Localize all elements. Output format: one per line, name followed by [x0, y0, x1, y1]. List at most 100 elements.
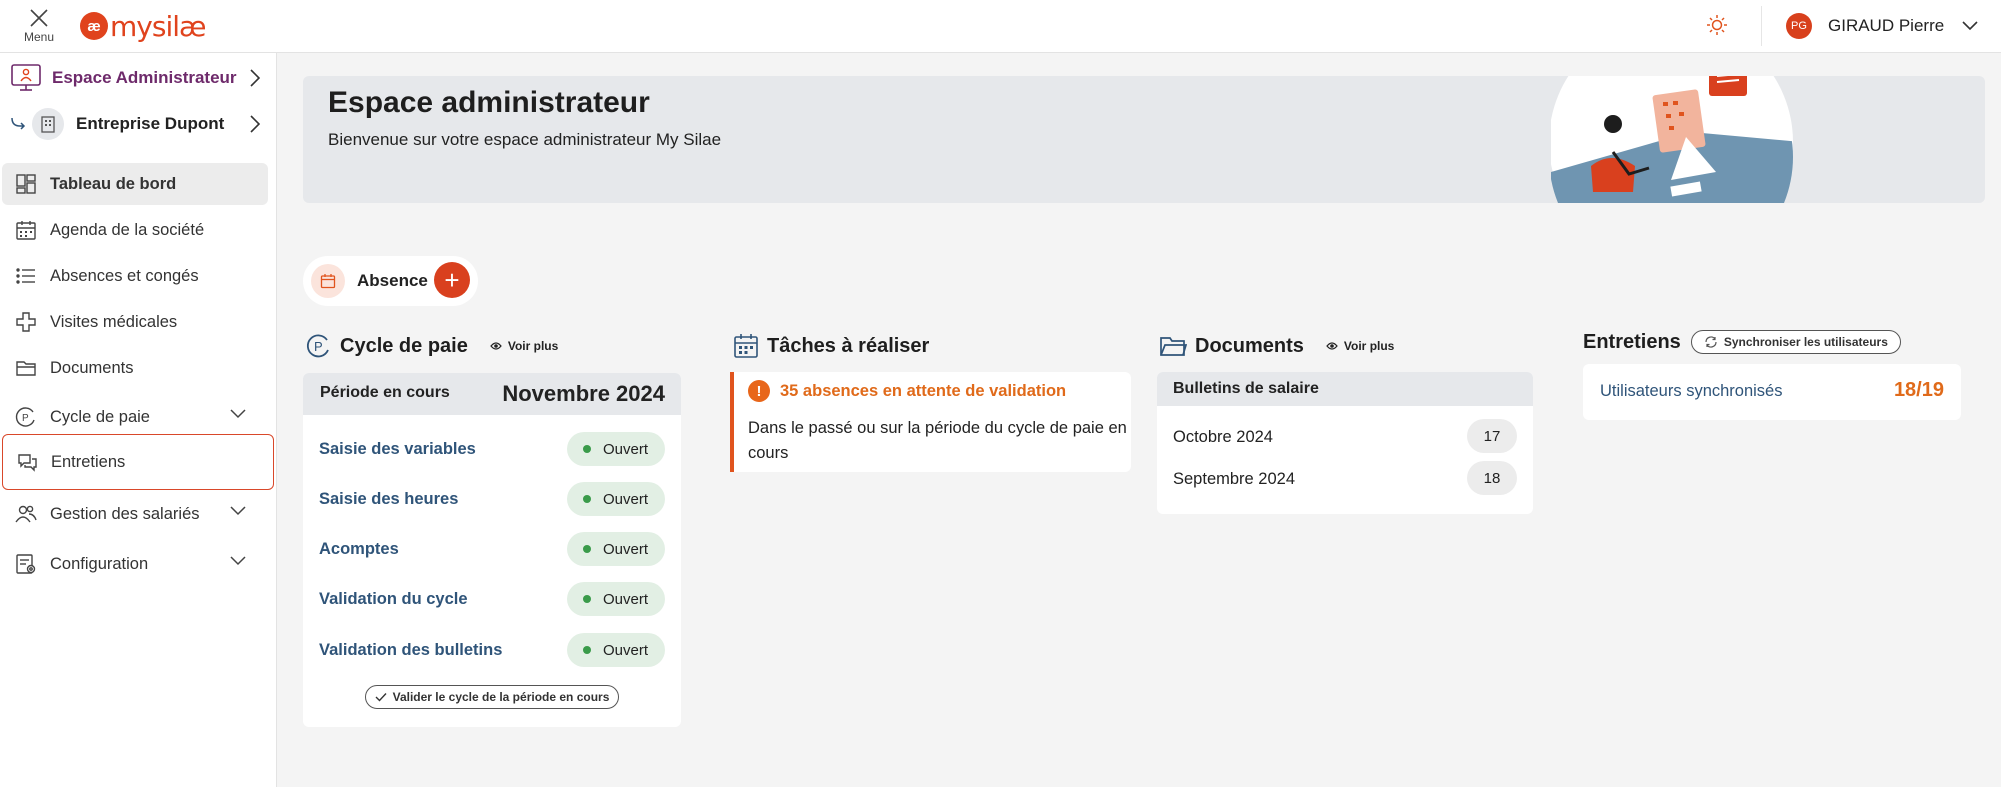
- status-badge: Ouvert: [567, 432, 665, 466]
- section-title: Entretiens: [1583, 330, 1681, 353]
- company-label: Entreprise Dupont: [76, 114, 225, 133]
- logo-mark: æ: [80, 12, 108, 40]
- document-month: Septembre 2024: [1173, 470, 1296, 488]
- calendar-icon: [734, 334, 758, 358]
- absence-label: Absence: [357, 271, 428, 290]
- task-alert-card[interactable]: ! 35 absences en attente de validation D…: [730, 372, 1131, 472]
- section-title: Tâches à réaliser: [767, 334, 930, 357]
- cycle-step: Validation des bulletins Ouvert: [303, 630, 681, 670]
- step-link[interactable]: Acomptes: [319, 540, 399, 559]
- step-link[interactable]: Saisie des variables: [319, 440, 476, 459]
- menu-label: Menu: [23, 30, 55, 44]
- chevron-down-icon: [230, 409, 246, 419]
- logo[interactable]: æ my silæ: [80, 8, 206, 44]
- sidebar-item-configuration[interactable]: Configuration: [2, 543, 268, 585]
- sidebar-item-label: Configuration: [50, 554, 149, 573]
- sync-users-button[interactable]: Synchroniser les utilisateurs: [1690, 330, 1901, 354]
- validate-cycle-label: Valider le cycle de la période en cours: [392, 690, 610, 704]
- bulletins-header: Bulletins de salaire: [1157, 372, 1533, 406]
- chevron-down-icon: [230, 556, 246, 566]
- period-label: Période en cours: [320, 384, 450, 401]
- sync-users-label: Synchroniser les utilisateurs: [1723, 335, 1888, 349]
- payroll-cycle-icon: P: [14, 405, 38, 429]
- admin-space-label: Espace Administrateur: [52, 68, 237, 87]
- user-menu[interactable]: PG GIRAUD Pierre: [1786, 12, 1978, 40]
- page-subtitle: Bienvenue sur votre espace administrateu…: [328, 130, 722, 149]
- absence-quick-action[interactable]: Absence +: [303, 256, 478, 306]
- sidebar-item-label: Tableau de bord: [50, 174, 177, 193]
- status-dot: [583, 646, 591, 654]
- folder-icon: [14, 356, 38, 380]
- medical-cross-icon: [14, 310, 38, 334]
- status-dot: [583, 495, 591, 503]
- menu-button[interactable]: Menu: [18, 8, 60, 46]
- top-bar: Menu æ my silæ PG GIRAUD Pierre: [0, 0, 2001, 53]
- sidebar-item-absences[interactable]: Absences et congés: [2, 255, 268, 297]
- folder-icon: [1160, 337, 1187, 356]
- task-alert-title: 35 absences en attente de validation: [780, 382, 1067, 400]
- voir-plus-link[interactable]: Voir plus: [1326, 339, 1394, 353]
- section-title: Cycle de paie: [340, 334, 468, 357]
- documents-card: Bulletins de salaire Octobre 2024 17 Sep…: [1157, 372, 1533, 514]
- status-dot: [583, 595, 591, 603]
- cycle-card: Période en cours Novembre 2024 Saisie de…: [303, 373, 681, 727]
- office-illustration: [1551, 76, 1793, 203]
- chevron-down-icon: [1962, 21, 1978, 31]
- voir-plus-link[interactable]: Voir plus: [490, 339, 558, 353]
- list-item[interactable]: Septembre 2024 18: [1157, 459, 1533, 499]
- sidebar-item-entretiens[interactable]: Entretiens: [2, 434, 274, 490]
- cycle-step: Saisie des variables Ouvert: [303, 429, 681, 469]
- calendar-icon: [14, 218, 38, 242]
- eye-icon: [1326, 342, 1338, 350]
- cycle-step: Saisie des heures Ouvert: [303, 479, 681, 519]
- add-absence-button[interactable]: +: [434, 262, 470, 298]
- status-dot: [583, 545, 591, 553]
- synced-users-row[interactable]: Utilisateurs synchronisés 18/19: [1583, 364, 1961, 420]
- list-item[interactable]: Octobre 2024 17: [1157, 417, 1533, 457]
- status-badge: Ouvert: [567, 532, 665, 566]
- step-link[interactable]: Validation des bulletins: [319, 641, 502, 660]
- status-text: Ouvert: [603, 490, 649, 508]
- synced-users-label: Utilisateurs synchronisés: [1600, 382, 1783, 400]
- chat-bubbles-icon: [15, 450, 39, 474]
- document-month: Octobre 2024: [1173, 428, 1273, 446]
- company-selector[interactable]: Entreprise Dupont: [10, 107, 260, 141]
- sidebar-item-label: Entretiens: [51, 452, 126, 471]
- sidebar-item-salaries[interactable]: Gestion des salariés: [2, 493, 268, 535]
- close-icon: [30, 9, 48, 27]
- step-link[interactable]: Saisie des heures: [319, 490, 458, 509]
- warning-icon: !: [748, 380, 770, 402]
- sidebar-item-cycle[interactable]: P Cycle de paie: [2, 396, 268, 438]
- sidebar-item-label: Agenda de la société: [50, 220, 205, 239]
- status-text: Ouvert: [603, 540, 649, 558]
- logo-my: my: [110, 9, 153, 43]
- sidebar-item-agenda[interactable]: Agenda de la société: [2, 209, 268, 251]
- period-value: Novembre 2024: [502, 381, 665, 406]
- welcome-banner: Espace administrateur Bienvenue sur votr…: [303, 76, 1985, 203]
- validate-cycle-button[interactable]: Valider le cycle de la période en cours: [365, 685, 619, 709]
- cycle-step: Validation du cycle Ouvert: [303, 579, 681, 619]
- dashboard-icon: [14, 172, 38, 196]
- step-link[interactable]: Validation du cycle: [319, 590, 468, 609]
- period-header: Période en cours Novembre 2024: [303, 373, 681, 415]
- sidebar-item-label: Gestion des salariés: [50, 504, 200, 523]
- entretiens-section-header: Entretiens Synchroniser les utilisateurs: [1583, 327, 1901, 357]
- sidebar-item-medical[interactable]: Visites médicales: [2, 301, 268, 343]
- chevron-right-icon: [250, 69, 260, 87]
- sidebar-item-documents[interactable]: Documents: [2, 347, 268, 389]
- status-badge: Ouvert: [567, 482, 665, 516]
- sidebar-item-dashboard[interactable]: Tableau de bord: [2, 163, 268, 205]
- sun-icon[interactable]: [1706, 14, 1728, 36]
- status-dot: [583, 445, 591, 453]
- sidebar-item-label: Documents: [50, 358, 134, 377]
- sidebar-item-label: Visites médicales: [50, 312, 178, 331]
- sidebar-item-label: Cycle de paie: [50, 407, 150, 426]
- page-title: Espace administrateur: [328, 86, 650, 119]
- chevron-down-icon: [230, 506, 246, 516]
- check-icon: [375, 693, 387, 702]
- admin-space-selector[interactable]: Espace Administrateur: [10, 61, 260, 95]
- status-text: Ouvert: [603, 641, 649, 659]
- eye-icon: [490, 342, 502, 350]
- list-icon: [14, 264, 38, 288]
- admin-monitor-icon: [11, 64, 41, 91]
